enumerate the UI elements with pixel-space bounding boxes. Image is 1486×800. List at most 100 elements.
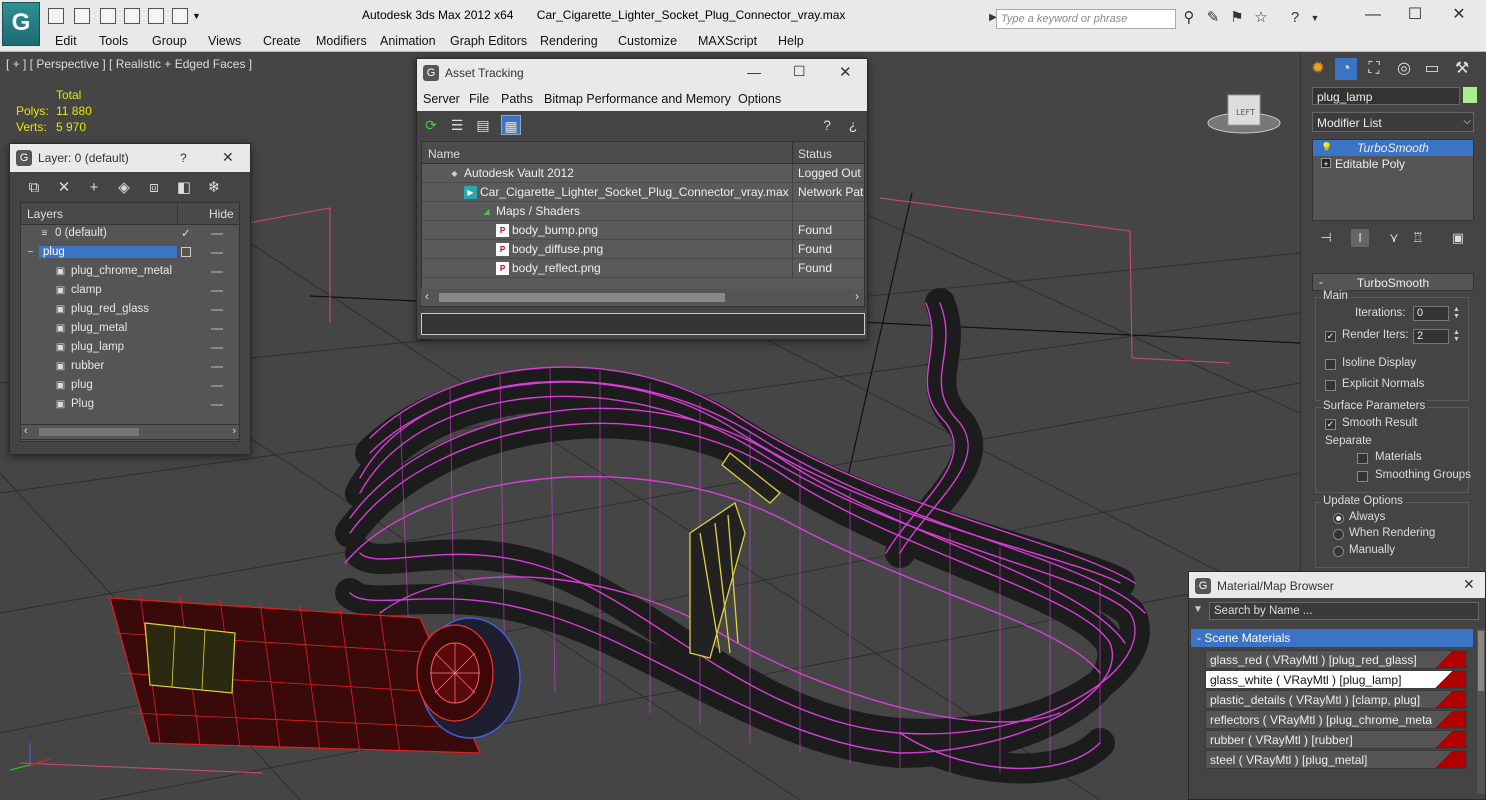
menu-animation[interactable]: Animation [380, 34, 436, 48]
hide-column-header[interactable]: Hide [209, 207, 234, 221]
asset-path-field[interactable] [421, 313, 865, 335]
layer-help-button[interactable]: ? [180, 151, 187, 165]
stack-item-turbosmooth[interactable]: 💡 TurboSmooth [1313, 140, 1473, 156]
object-row[interactable]: ▣ plug_metal [21, 320, 239, 339]
turbosmooth-rollout-header[interactable]: - TurboSmooth [1312, 273, 1474, 291]
configure-sets-icon[interactable]: ▣ [1449, 229, 1467, 247]
set-active-box[interactable] [181, 247, 191, 257]
subscription-icon[interactable]: ⚑ [1228, 9, 1246, 27]
modify-tab-icon[interactable]: ◔ [1335, 58, 1357, 80]
hide-all-layers-icon[interactable]: ◧ [174, 178, 194, 198]
display-tab-icon[interactable]: ▭ [1421, 58, 1443, 80]
iterations-spinner[interactable]: 0 [1413, 306, 1449, 321]
collapse-icon[interactable]: − [25, 247, 36, 259]
menu-rendering[interactable]: Rendering [540, 34, 598, 48]
remove-modifier-icon[interactable]: ♖ [1409, 229, 1427, 247]
asset-row[interactable]: P body_bump.png Found [422, 221, 864, 240]
new-file-icon[interactable] [48, 8, 64, 24]
hide-toggle[interactable] [211, 233, 223, 235]
object-row[interactable]: ▣ rubber [21, 358, 239, 377]
spinner-arrows-icon[interactable]: ▲ ▼ [1453, 329, 1461, 344]
create-tab-icon[interactable]: ✹ [1307, 58, 1329, 80]
menu-edit[interactable]: Edit [55, 34, 77, 48]
search-input[interactable]: Type a keyword or phrase [996, 9, 1176, 29]
favorites-star-icon[interactable]: ☆ [1252, 9, 1270, 27]
hide-toggle[interactable] [211, 309, 223, 311]
active-layer-check-icon[interactable]: ✓ [181, 226, 191, 240]
material-row[interactable]: glass_white ( VRayMtl ) [plug_lamp] [1205, 670, 1467, 689]
hierarchy-tab-icon[interactable]: ⛶ [1363, 58, 1385, 80]
asset-tracking-title-bar[interactable]: G Asset Tracking — ☐ ✕ [417, 59, 867, 87]
menu-create[interactable]: Create [263, 34, 301, 48]
open-file-icon[interactable] [74, 8, 90, 24]
key-icon[interactable]: ✎ [1204, 9, 1222, 27]
asset-row[interactable]: ◆ Autodesk Vault 2012 Logged Out [422, 164, 864, 183]
menu-views[interactable]: Views [208, 34, 241, 48]
material-row[interactable]: reflectors ( VRayMtl ) [plug_chrome_meta… [1205, 710, 1467, 729]
asset-row[interactable]: ▶ Car_Cigarette_Lighter_Socket_Plug_Conn… [422, 183, 864, 202]
explicit-normals-checkbox[interactable] [1325, 380, 1336, 391]
render-iters-spinner[interactable]: 2 [1413, 329, 1449, 344]
expand-icon[interactable]: + [1321, 158, 1331, 169]
hide-toggle[interactable] [211, 290, 223, 292]
scene-materials-header[interactable]: - Scene Materials [1191, 629, 1473, 647]
material-row[interactable]: steel ( VRayMtl ) [plug_metal] [1205, 750, 1467, 769]
material-row[interactable]: plastic_details ( VRayMtl ) [clamp, plug… [1205, 690, 1467, 709]
always-radio[interactable] [1333, 513, 1344, 524]
asset-menu-options[interactable]: Options [738, 92, 781, 106]
asset-row[interactable]: ◢ Maps / Shaders [422, 202, 864, 221]
object-row[interactable]: ▣ plug_lamp [21, 339, 239, 358]
scroll-thumb[interactable] [439, 293, 725, 302]
close-icon[interactable]: ✕ [839, 63, 852, 81]
layer-row-default[interactable]: ≡ 0 (default) ✓ [21, 225, 239, 244]
hide-toggle[interactable] [211, 366, 223, 368]
refresh-icon[interactable]: ⟳ [421, 115, 441, 135]
show-end-result-icon[interactable]: I [1351, 229, 1369, 247]
object-row[interactable]: ▣ plug_chrome_metal [21, 263, 239, 282]
scroll-thumb[interactable] [39, 428, 139, 436]
table-view-icon[interactable]: ▦ [501, 115, 521, 135]
menu-maxscript[interactable]: MAXScript [698, 34, 757, 48]
help-dropdown-icon[interactable]: ▼ [1306, 9, 1324, 27]
layer-row-plug[interactable]: − plug [21, 244, 239, 263]
binoculars-icon[interactable]: ⚲ [1180, 9, 1198, 27]
separate-smoothing-groups-checkbox[interactable] [1357, 471, 1368, 482]
asset-row[interactable]: P body_diffuse.png Found [422, 240, 864, 259]
maximize-icon[interactable]: ☐ [793, 63, 806, 80]
close-icon[interactable]: ✕ [1463, 576, 1475, 593]
stack-item-editable-poly[interactable]: + Editable Poly [1313, 156, 1473, 172]
object-row[interactable]: ▣ plug [21, 377, 239, 396]
menu-tools[interactable]: Tools [99, 34, 128, 48]
object-row[interactable]: ▣ plug_red_glass [21, 301, 239, 320]
quick-access-dropdown-icon[interactable]: ▼ [192, 8, 204, 24]
thumbnail-view-icon[interactable]: ▤ [473, 115, 493, 135]
select-objects-icon[interactable]: ◈ [114, 178, 134, 198]
status-column-header[interactable]: Status [798, 147, 832, 161]
viewport-label[interactable]: [ + ] [ Perspective ] [ Realistic + Edge… [6, 57, 252, 71]
hide-toggle[interactable] [211, 347, 223, 349]
layers-column-header[interactable]: Layers [27, 207, 63, 221]
app-logo-icon[interactable]: G [2, 2, 40, 46]
spinner-arrows-icon[interactable]: ▲ ▼ [1453, 306, 1461, 321]
maximize-icon[interactable]: ☐ [1402, 4, 1428, 26]
pin-stack-icon[interactable]: ⊣ [1317, 229, 1335, 247]
scroll-right-icon[interactable]: › [855, 289, 859, 303]
material-row[interactable]: rubber ( VRayMtl ) [rubber] [1205, 730, 1467, 749]
menu-modifiers[interactable]: Modifiers [316, 34, 367, 48]
utilities-tab-icon[interactable]: ⚒ [1451, 58, 1473, 80]
scroll-thumb[interactable] [1478, 631, 1484, 691]
when-rendering-radio[interactable] [1333, 529, 1344, 540]
freeze-all-layers-icon[interactable]: ❄ [204, 178, 224, 198]
motion-tab-icon[interactable]: ◎ [1393, 58, 1415, 80]
separate-materials-checkbox[interactable] [1357, 453, 1368, 464]
create-layer-icon[interactable]: ⧉ [24, 178, 44, 198]
menu-group[interactable]: Group [152, 34, 187, 48]
delete-layer-icon[interactable]: ✕ [54, 178, 74, 198]
asset-horizontal-scrollbar[interactable]: ‹ › [421, 289, 863, 305]
manually-radio[interactable] [1333, 546, 1344, 557]
render-iters-checkbox[interactable]: ✓ [1325, 331, 1336, 342]
asset-row[interactable]: P body_reflect.png Found [422, 259, 864, 278]
list-view-icon[interactable]: ☰ [447, 115, 467, 135]
minimize-icon[interactable]: — [747, 64, 761, 80]
object-row[interactable]: ▣ Plug [21, 396, 239, 415]
